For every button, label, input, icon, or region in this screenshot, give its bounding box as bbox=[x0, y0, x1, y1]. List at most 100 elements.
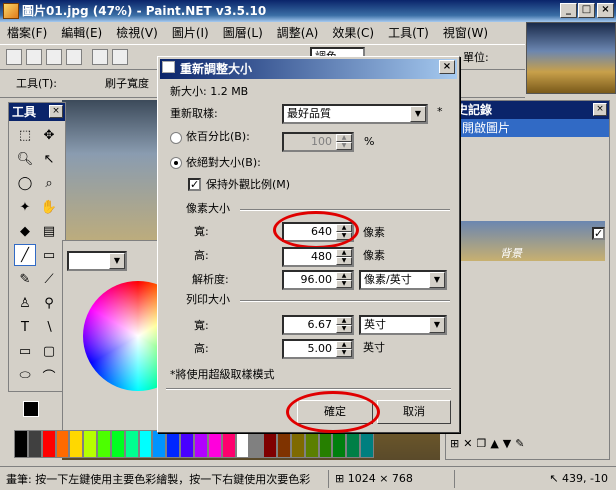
menu-item-6[interactable]: 效果(C) bbox=[325, 22, 381, 44]
palette-swatch[interactable] bbox=[83, 430, 98, 458]
palette-swatch[interactable] bbox=[332, 430, 347, 458]
menu-item-2[interactable]: 檢視(V) bbox=[109, 22, 165, 44]
rectangle-icon[interactable]: ▭ bbox=[14, 340, 36, 362]
resample-combo[interactable]: 最好品質 ▼ bbox=[282, 104, 428, 124]
palette-swatch[interactable] bbox=[27, 430, 42, 458]
cut-icon[interactable] bbox=[92, 49, 108, 65]
zoom-icon[interactable]: 🔍︎ bbox=[14, 148, 36, 170]
save-icon[interactable] bbox=[46, 49, 62, 65]
percent-spin[interactable]: 100 ▲ ▼ bbox=[282, 132, 354, 152]
eraser-icon[interactable]: ▭ bbox=[38, 244, 60, 266]
palette-swatch[interactable] bbox=[207, 430, 222, 458]
palette-swatch[interactable] bbox=[346, 430, 361, 458]
maximize-button[interactable]: □ bbox=[578, 3, 595, 18]
palette-swatch[interactable] bbox=[221, 430, 236, 458]
open-file-icon[interactable] bbox=[26, 49, 42, 65]
line-curve-icon[interactable]: ∖ bbox=[38, 316, 60, 338]
zoom-tool-icon[interactable]: ⌕ bbox=[38, 172, 60, 194]
menu-item-0[interactable]: 檔案(F) bbox=[0, 22, 54, 44]
color-palette[interactable] bbox=[14, 430, 374, 458]
palette-swatch[interactable] bbox=[124, 430, 139, 458]
new-file-icon[interactable] bbox=[6, 49, 22, 65]
resolution-spin[interactable]: 96.00 ▲ ▼ bbox=[282, 270, 354, 290]
print-unit-combo[interactable]: 英寸 ▼ bbox=[359, 315, 447, 335]
cancel-button[interactable]: 取消 bbox=[377, 400, 451, 424]
layer-properties-icon[interactable]: ✎ bbox=[515, 437, 524, 457]
cursor-position-readout: ↖ 439, -10 bbox=[454, 469, 614, 488]
pan-hand-icon[interactable]: ✋ bbox=[38, 196, 60, 218]
add-layer-icon[interactable]: ⊞ bbox=[450, 437, 459, 457]
menu-item-8[interactable]: 視窗(W) bbox=[436, 22, 495, 44]
color-picker-icon[interactable]: ⟋ bbox=[38, 268, 60, 290]
footer-divider bbox=[166, 388, 451, 390]
move-down-icon[interactable]: ▼ bbox=[503, 437, 511, 457]
height-unit: 像素 bbox=[363, 249, 385, 262]
dialog-titlebar: 重新調整大小 bbox=[160, 59, 457, 79]
colors-mode-combo[interactable]: ▼ bbox=[67, 251, 127, 271]
by-percent-radio[interactable] bbox=[170, 132, 182, 144]
menu-item-3[interactable]: 圖片(I) bbox=[165, 22, 216, 44]
move-icon[interactable]: ✥ bbox=[38, 124, 60, 146]
palette-swatch[interactable] bbox=[304, 430, 319, 458]
menu-item-1[interactable]: 編輯(E) bbox=[54, 22, 109, 44]
image-thumbnail[interactable] bbox=[526, 22, 616, 94]
menu-item-5[interactable]: 調整(A) bbox=[270, 22, 326, 44]
rounded-rect-icon[interactable]: ▢ bbox=[38, 340, 60, 362]
copy-icon[interactable] bbox=[112, 49, 128, 65]
palette-swatch[interactable] bbox=[277, 430, 291, 458]
paint-bucket-icon[interactable]: ◆ bbox=[14, 220, 36, 242]
primary-color-swatch[interactable] bbox=[23, 401, 39, 417]
freeform-icon[interactable]: ⌒ bbox=[38, 364, 60, 386]
palette-swatch[interactable] bbox=[318, 430, 333, 458]
palette-swatch[interactable] bbox=[138, 430, 153, 458]
palette-swatch[interactable] bbox=[194, 430, 208, 458]
chevron-down-icon: ▼ bbox=[429, 272, 445, 288]
history-close-icon[interactable]: × bbox=[593, 103, 607, 116]
print-icon[interactable] bbox=[66, 49, 82, 65]
palette-swatch[interactable] bbox=[41, 430, 56, 458]
palette-swatch[interactable] bbox=[235, 430, 250, 458]
minimize-button[interactable]: _ bbox=[560, 3, 577, 18]
palette-swatch[interactable] bbox=[152, 430, 167, 458]
clone-stamp-icon[interactable]: ♙ bbox=[14, 292, 36, 314]
palette-swatch[interactable] bbox=[69, 430, 84, 458]
by-absolute-radio[interactable] bbox=[170, 157, 182, 169]
pencil-icon[interactable]: ✎ bbox=[14, 268, 36, 290]
ellipse-icon[interactable]: ⬭ bbox=[14, 364, 36, 386]
paintbrush-icon[interactable]: ╱ bbox=[14, 244, 36, 266]
tools-close-icon[interactable]: × bbox=[49, 105, 63, 118]
menu-item-7[interactable]: 工具(T) bbox=[381, 22, 436, 44]
rect-select-icon[interactable]: ⬚ bbox=[14, 124, 36, 146]
print-width-spin[interactable]: 6.67 ▲ ▼ bbox=[282, 315, 354, 335]
supersampling-note: *將使用超級取樣模式 bbox=[170, 368, 275, 381]
move-up-icon[interactable]: ▲ bbox=[490, 437, 498, 457]
palette-swatch[interactable] bbox=[249, 430, 264, 458]
close-window-button[interactable]: × bbox=[597, 3, 614, 18]
palette-swatch[interactable] bbox=[263, 430, 278, 458]
palette-swatch[interactable] bbox=[290, 430, 305, 458]
dialog-close-button[interactable]: × bbox=[439, 60, 455, 74]
delete-layer-icon[interactable]: ✕ bbox=[463, 437, 472, 457]
history-item[interactable]: 開啟圖片 bbox=[446, 119, 609, 137]
palette-swatch[interactable] bbox=[180, 430, 194, 458]
print-height-spin[interactable]: 5.00 ▲ ▼ bbox=[282, 339, 354, 359]
layer-visible-checkbox[interactable]: ✓ bbox=[592, 227, 605, 240]
ellipse-select-icon[interactable]: ◯ bbox=[14, 172, 36, 194]
menu-item-4[interactable]: 圖層(L) bbox=[216, 22, 270, 44]
palette-swatch[interactable] bbox=[110, 430, 125, 458]
keep-aspect-checkbox[interactable]: ✓ bbox=[188, 178, 201, 191]
palette-swatch[interactable] bbox=[360, 430, 374, 458]
gradient-icon[interactable]: ▤ bbox=[38, 220, 60, 242]
magic-wand-icon[interactable]: ✦ bbox=[14, 196, 36, 218]
palette-swatch[interactable] bbox=[97, 430, 111, 458]
resolution-unit-combo[interactable]: 像素/英寸 ▼ bbox=[359, 270, 447, 290]
move-selection-icon[interactable]: ↖ bbox=[38, 148, 60, 170]
height-spin[interactable]: 480 ▲ ▼ bbox=[282, 247, 354, 267]
recolor-icon[interactable]: ⚲ bbox=[38, 292, 60, 314]
palette-swatch[interactable] bbox=[14, 430, 28, 458]
palette-swatch[interactable] bbox=[166, 430, 181, 458]
text-icon[interactable]: T bbox=[14, 316, 36, 338]
layer-thumbnail[interactable]: 背景 bbox=[460, 221, 605, 261]
duplicate-layer-icon[interactable]: ❐ bbox=[476, 437, 486, 457]
palette-swatch[interactable] bbox=[55, 430, 70, 458]
